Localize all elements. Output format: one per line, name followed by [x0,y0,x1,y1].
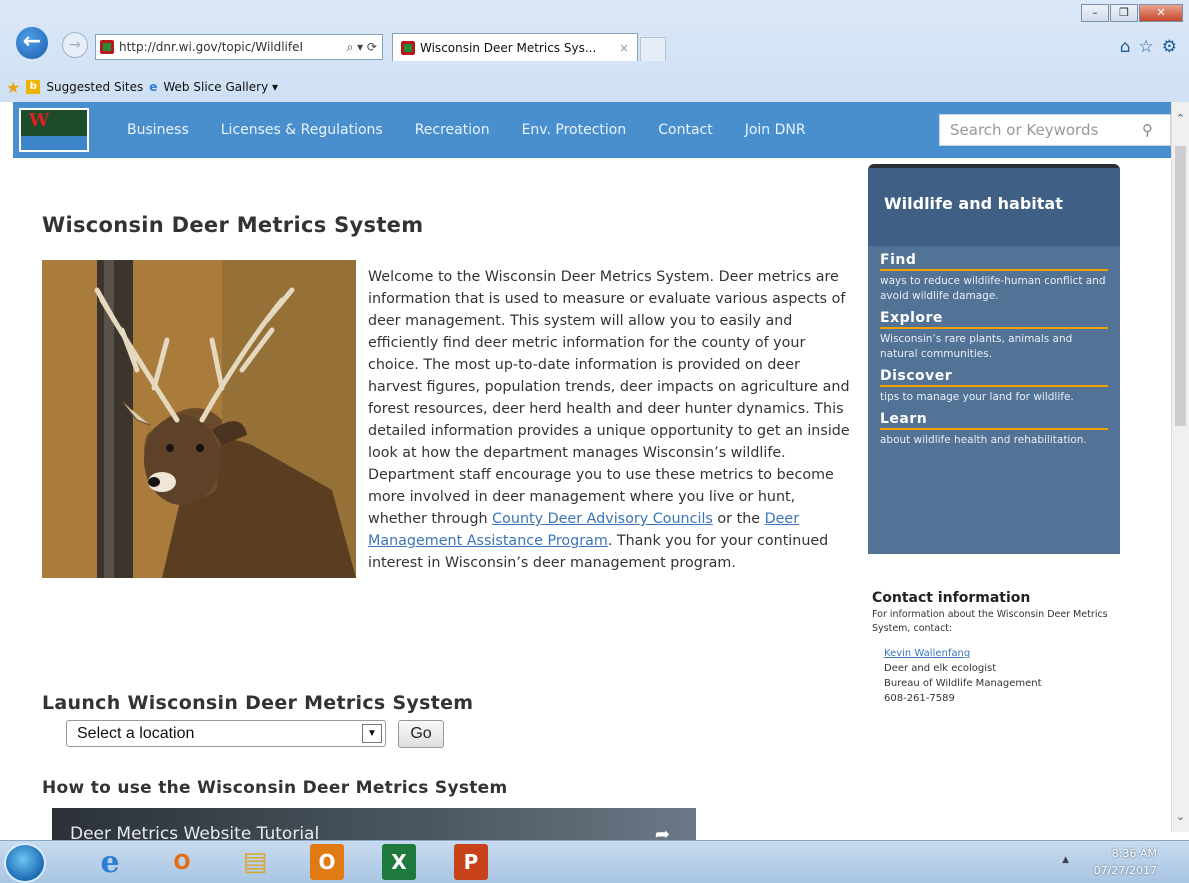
bing-icon: b [26,80,41,94]
address-controls[interactable]: ⌕ ▾ ⟳ [342,40,382,55]
sidebar-section-find[interactable]: Find ways to reduce wildlife-human confl… [868,252,1120,304]
system-clock[interactable]: 8:36 AM 07/27/2017 [1094,845,1157,879]
location-select[interactable]: Select a location ▼ [66,720,386,747]
start-button[interactable] [4,843,46,883]
minimize-button[interactable]: – [1081,4,1109,22]
new-tab-button[interactable] [640,37,666,61]
chevron-down-icon[interactable]: ▼ [362,724,382,743]
page-title: Wisconsin Deer Metrics System [42,213,424,237]
tools-gear-icon[interactable]: ⚙ [1162,37,1177,57]
excel-icon[interactable]: X [382,844,416,880]
web-slice-gallery-link[interactable]: Web Slice Gallery ▾ [163,80,278,94]
contact-name-link[interactable]: Kevin Wallenfang [884,648,970,659]
window-controls: – ❐ ✕ [1081,4,1183,22]
launch-heading: Launch Wisconsin Deer Metrics System [42,692,474,714]
logo-wave [21,136,87,150]
ie-page-icon: e [149,80,158,94]
nav-item-licenses-regulations[interactable]: Licenses & Regulations [221,122,383,138]
contact-details: Kevin Wallenfang Deer and elk ecologist … [884,646,1127,706]
home-icon[interactable]: ⌂ [1120,37,1131,57]
site-search-input[interactable]: Search or Keywords ⚲ [939,114,1171,146]
forward-button[interactable]: → [62,32,88,58]
browser-toolbar-icons: ⌂ ☆ ⚙ [1120,37,1177,57]
sidebar-header: Wildlife and habitat [868,168,1120,246]
search-placeholder: Search or Keywords [950,121,1099,139]
howto-heading: How to use the Wisconsin Deer Metrics Sy… [42,778,508,798]
site-navigation: W Business Licenses & Regulations Recrea… [13,102,1171,158]
wildlife-habitat-box: Wildlife and habitat Find ways to reduce… [868,164,1120,554]
sidebar-section-title[interactable]: Discover [880,368,1108,387]
nav-item-join-dnr[interactable]: Join DNR [745,122,806,138]
favorites-star-icon[interactable]: ☆ [1139,37,1154,57]
contact-desc: For information about the Wisconsin Deer… [872,609,1108,634]
contact-role: Deer and elk ecologist [884,663,997,674]
sidebar-section-title[interactable]: Find [880,252,1108,271]
sidebar-section-desc[interactable]: ways to reduce wildlife-human conflict a… [880,274,1108,304]
intro-text-1: Welcome to the Wisconsin Deer Metrics Sy… [368,269,850,527]
favorites-icon[interactable]: ★ [6,78,20,97]
contact-info: Contact information For information abou… [872,590,1127,706]
sidebar-section-title[interactable]: Learn [880,411,1108,430]
sidebar-section-explore[interactable]: Explore Wisconsin’s rare plants, animals… [868,310,1120,362]
go-button[interactable]: Go [398,720,444,748]
scroll-down-icon[interactable]: ⌄ [1172,810,1189,828]
dnr-logo[interactable]: W [19,108,89,152]
share-icon[interactable]: ➦ [655,824,670,840]
location-select-value: Select a location [77,724,195,742]
contact-bureau: Bureau of Wildlife Management [884,678,1042,689]
sidebar-section-desc[interactable]: about wildlife health and rehabilitation… [880,433,1108,448]
contact-heading: Contact information [872,590,1031,606]
favorites-bar: ★ b Suggested Sites e Web Slice Gallery … [0,74,1189,100]
intro-paragraph: Welcome to the Wisconsin Deer Metrics Sy… [42,266,852,594]
tutorial-video[interactable]: Deer Metrics Website Tutorial ➦ [52,808,696,840]
vertical-scrollbar[interactable]: ⌃ ⌄ [1171,102,1189,832]
tray-expand-icon[interactable]: ▲ [1062,855,1069,865]
nav-item-contact[interactable]: Contact [658,122,712,138]
sidebar-section-learn[interactable]: Learn about wildlife health and rehabili… [868,411,1120,448]
file-explorer-icon[interactable]: ▤ [233,844,277,880]
cdac-link[interactable]: County Deer Advisory Councils [492,511,713,527]
contact-phone: 608-261-7589 [884,693,955,704]
outlook-icon[interactable]: O [310,844,344,880]
sidebar-section-desc[interactable]: Wisconsin’s rare plants, animals and nat… [880,332,1108,362]
address-bar[interactable]: http://dnr.wi.gov/topic/WildlifeI ⌕ ▾ ⟳ [95,34,383,60]
sidebar-section-title[interactable]: Explore [880,310,1108,329]
media-player-icon[interactable]: O [160,844,204,880]
sidebar-section-desc[interactable]: tips to manage your land for wildlife. [880,390,1108,405]
back-button[interactable]: ← [14,25,50,61]
intro-text-2: or the [712,511,765,527]
address-url[interactable]: http://dnr.wi.gov/topic/WildlifeI [119,40,342,54]
close-window-button[interactable]: ✕ [1139,4,1183,22]
browser-chrome: – ❐ ✕ ← → http://dnr.wi.gov/topic/Wildli… [0,0,1189,102]
windows-taskbar: e O ▤ O X P ▲ 8:36 AM 07/27/2017 [0,840,1189,883]
nav-item-env-protection[interactable]: Env. Protection [522,122,627,138]
sidebar-section-discover[interactable]: Discover tips to manage your land for wi… [868,368,1120,405]
scrollbar-thumb[interactable] [1175,146,1186,426]
browser-tab[interactable]: Wisconsin Deer Metrics Sys... × [392,33,638,61]
scroll-up-icon[interactable]: ⌃ [1172,112,1189,130]
search-icon[interactable]: ⚲ [1142,121,1170,139]
nav-item-recreation[interactable]: Recreation [415,122,490,138]
site-favicon-icon [100,40,114,54]
nav-item-business[interactable]: Business [127,122,189,138]
video-title: Deer Metrics Website Tutorial [70,824,320,840]
photo-spacer [42,266,368,594]
suggested-sites-link[interactable]: Suggested Sites [46,80,143,94]
powerpoint-icon[interactable]: P [454,844,488,880]
internet-explorer-icon[interactable]: e [88,844,132,880]
tab-close-icon[interactable]: × [611,41,637,55]
clock-time: 8:36 AM [1111,847,1157,860]
logo-letter: W [29,110,50,131]
restore-button[interactable]: ❐ [1110,4,1138,22]
tab-title: Wisconsin Deer Metrics Sys... [420,40,597,55]
tab-favicon-icon [401,40,415,55]
clock-date: 07/27/2017 [1093,864,1157,877]
